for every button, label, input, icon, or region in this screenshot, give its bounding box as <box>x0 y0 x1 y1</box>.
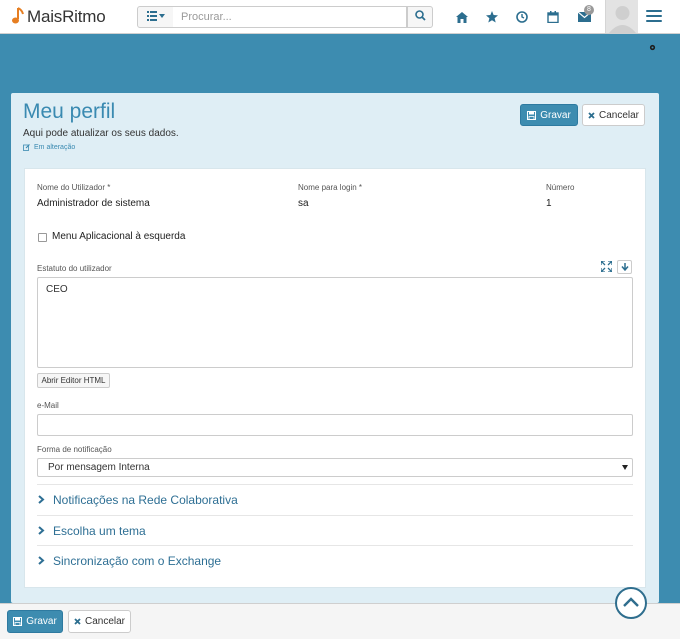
open-html-editor-button[interactable]: Abrir Editor HTML <box>37 373 110 388</box>
bottom-action-bar: Gravar Cancelar <box>0 603 680 639</box>
calendar-icon[interactable] <box>545 9 561 25</box>
section-label: Escolha um tema <box>53 524 146 538</box>
status-label: Estatuto do utilizador <box>37 264 112 273</box>
search-icon <box>414 10 426 24</box>
login-label: Nome para login * <box>298 183 363 192</box>
section-collab-notifications[interactable]: Notificações na Rede Colaborativa <box>37 484 633 515</box>
edit-status-label: Em alteração <box>23 144 75 151</box>
email-field[interactable] <box>37 414 633 436</box>
section-label: Notificações na Rede Colaborativa <box>53 493 238 507</box>
top-navbar: MaisRitmo 8 <box>0 0 680 34</box>
footer-save-label: Gravar <box>26 616 57 627</box>
section-exchange-sync[interactable]: Sincronização com o Exchange <box>37 545 633 576</box>
number-value: 1 <box>546 198 552 209</box>
search-input[interactable] <box>173 6 407 28</box>
user-avatar-icon[interactable] <box>605 0 638 33</box>
save-icon <box>527 110 537 120</box>
search-button[interactable] <box>407 6 433 28</box>
caret-down-icon <box>622 465 628 470</box>
clock-icon[interactable] <box>514 9 530 25</box>
footer-cancel-label: Cancelar <box>84 616 126 627</box>
app-logo-text: MaisRitmo <box>27 7 106 26</box>
save-icon <box>13 617 23 626</box>
left-menu-label[interactable]: Menu Aplicacional à esquerda <box>52 231 185 242</box>
gear-icon[interactable] <box>649 40 656 54</box>
notify-select[interactable]: Por mensagem Interna <box>37 458 633 477</box>
section-label: Sincronização com o Exchange <box>53 554 222 568</box>
scroll-to-top-button[interactable] <box>615 587 647 619</box>
home-icon[interactable] <box>454 9 470 25</box>
chevron-right-icon <box>37 524 45 538</box>
expand-icon[interactable] <box>600 260 613 275</box>
notify-label: Forma de notificação <box>37 445 112 454</box>
save-button-label: Gravar <box>540 109 571 121</box>
save-button[interactable]: Gravar <box>520 104 578 126</box>
star-icon[interactable] <box>484 9 500 25</box>
app-logo[interactable]: MaisRitmo <box>12 6 106 28</box>
left-menu-checkbox[interactable] <box>38 233 47 242</box>
email-label: e-Mail <box>37 401 59 410</box>
profile-panel: Meu perfil Aqui pode atualizar os seus d… <box>11 93 659 603</box>
pencil-icon <box>23 144 30 151</box>
username-value[interactable]: Administrador de sistema <box>37 198 150 209</box>
page-subtitle: Aqui pode atualizar os seus dados. <box>23 128 179 139</box>
section-theme[interactable]: Escolha um tema <box>37 515 633 546</box>
cancel-button-label: Cancelar <box>598 109 640 121</box>
login-value[interactable]: sa <box>298 198 309 209</box>
close-icon <box>588 111 595 119</box>
page-title: Meu perfil <box>23 100 116 123</box>
list-icon <box>146 10 165 24</box>
edit-status-text: Em alteração <box>34 144 76 151</box>
music-note-icon <box>12 6 24 28</box>
download-button[interactable] <box>617 260 632 274</box>
download-icon <box>620 260 629 274</box>
chevron-right-icon <box>37 493 45 507</box>
apps-menu-dropdown[interactable] <box>137 6 174 28</box>
chevron-up-icon <box>623 596 639 610</box>
number-label: Número <box>546 183 575 192</box>
status-textarea[interactable]: CEO <box>37 277 633 368</box>
profile-form: Nome do Utilizador * Administrador de si… <box>24 168 646 588</box>
hamburger-icon[interactable] <box>646 10 662 24</box>
username-label: Nome do Utilizador * <box>37 183 111 192</box>
notify-select-value: Por mensagem Interna <box>48 462 150 473</box>
cancel-button[interactable]: Cancelar <box>582 104 645 126</box>
footer-save-button[interactable]: Gravar <box>7 610 63 633</box>
messages-count-badge: 8 <box>584 5 594 15</box>
close-icon <box>74 618 81 625</box>
footer-cancel-button[interactable]: Cancelar <box>68 610 131 633</box>
chevron-right-icon <box>37 554 45 568</box>
